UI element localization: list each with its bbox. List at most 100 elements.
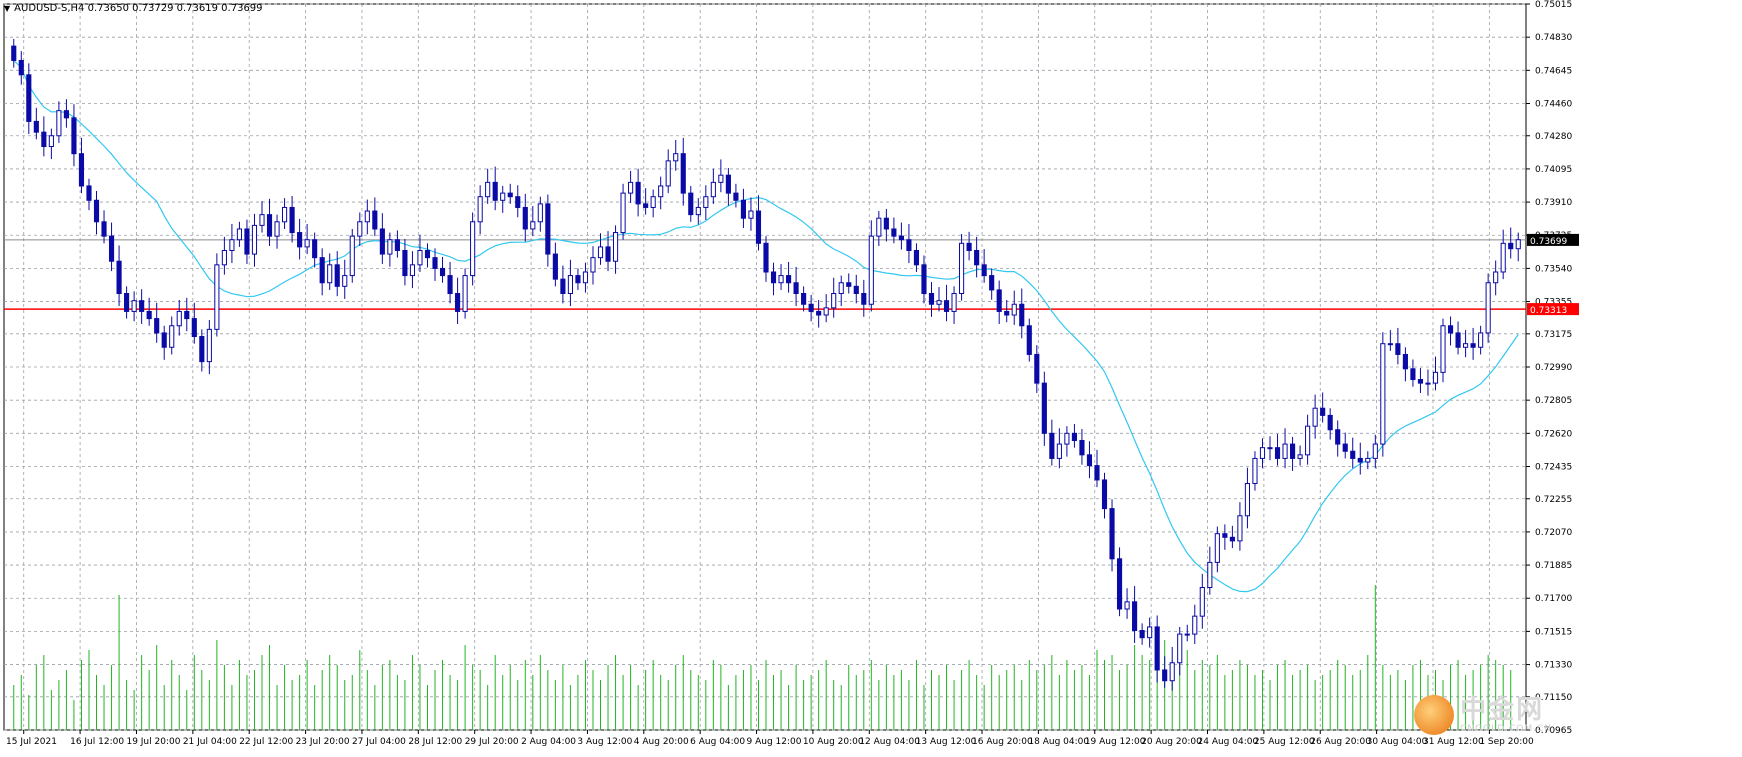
candle[interactable]: [582, 262, 589, 293]
candle[interactable]: [1297, 445, 1303, 466]
candle[interactable]: [1049, 419, 1055, 466]
candle[interactable]: [620, 183, 626, 240]
time-axis[interactable]: 15 Jul 2021 16 Jul 12:00 19 Jul 20:00 21 Ju…: [6, 730, 1534, 747]
candle[interactable]: [11, 38, 17, 68]
candle[interactable]: [500, 185, 506, 213]
candle[interactable]: [673, 140, 679, 171]
candle[interactable]: [597, 233, 604, 265]
candle[interactable]: [718, 159, 724, 193]
candle[interactable]: [898, 222, 904, 250]
candle[interactable]: [1177, 626, 1183, 676]
candle[interactable]: [199, 329, 205, 372]
candle[interactable]: [1154, 615, 1160, 683]
dropdown-triangle-icon[interactable]: ▼: [4, 4, 10, 13]
candle[interactable]: [785, 261, 792, 293]
candle[interactable]: [1116, 547, 1123, 617]
candle[interactable]: [1508, 227, 1514, 259]
candle[interactable]: [33, 107, 39, 140]
candle[interactable]: [297, 218, 303, 260]
candle[interactable]: [1425, 369, 1431, 396]
candle[interactable]: [1342, 432, 1348, 459]
candle[interactable]: [1335, 420, 1341, 457]
candle[interactable]: [1086, 441, 1093, 479]
candle[interactable]: [1207, 546, 1213, 595]
candle[interactable]: [861, 279, 867, 317]
candle[interactable]: [48, 128, 54, 160]
candle[interactable]: [1026, 318, 1032, 362]
candle[interactable]: [770, 262, 777, 296]
candle[interactable]: [108, 222, 115, 272]
candle[interactable]: [966, 231, 972, 261]
candle[interactable]: [312, 232, 318, 268]
candle[interactable]: [951, 286, 957, 324]
candle[interactable]: [1350, 437, 1356, 469]
chart-canvas[interactable]: 0.75015 0.74830 0.74645 0.74460 0.74280 0.740…: [0, 0, 1742, 757]
chart-window[interactable]: 0.75015 0.74830 0.74645 0.74460 0.74280 0.740…: [0, 0, 1742, 757]
candle[interactable]: [612, 225, 619, 274]
candle[interactable]: [1372, 434, 1378, 469]
candle[interactable]: [1162, 656, 1168, 688]
candle[interactable]: [357, 212, 363, 246]
candle[interactable]: [78, 137, 85, 194]
candle[interactable]: [1109, 499, 1115, 572]
candle[interactable]: [409, 251, 416, 289]
candle[interactable]: [876, 211, 882, 246]
candle[interactable]: [560, 265, 566, 304]
candle[interactable]: [1004, 299, 1010, 323]
candle[interactable]: [755, 195, 762, 251]
candle[interactable]: [387, 232, 393, 267]
candle[interactable]: [18, 51, 24, 85]
candle[interactable]: [274, 214, 280, 249]
candle[interactable]: [793, 266, 799, 307]
candle[interactable]: [1229, 525, 1235, 549]
candle[interactable]: [1282, 428, 1288, 469]
candle[interactable]: [131, 291, 137, 322]
candle[interactable]: [41, 116, 47, 157]
candle[interactable]: [1237, 502, 1243, 551]
candle[interactable]: [650, 189, 656, 218]
candle[interactable]: [379, 213, 385, 264]
candle[interactable]: [635, 168, 641, 217]
candle[interactable]: [590, 246, 596, 285]
candle[interactable]: [229, 223, 235, 264]
candle[interactable]: [281, 198, 288, 229]
candle[interactable]: [1402, 347, 1408, 382]
candle[interactable]: [1327, 408, 1333, 440]
candle[interactable]: [1274, 434, 1281, 466]
candle[interactable]: [1432, 356, 1439, 391]
candle[interactable]: [1056, 428, 1062, 469]
candle[interactable]: [1478, 325, 1484, 355]
candle[interactable]: [26, 63, 32, 134]
candle[interactable]: [455, 277, 461, 324]
candle[interactable]: [883, 208, 889, 242]
candle[interactable]: [176, 299, 182, 336]
candle[interactable]: [545, 194, 551, 267]
candle[interactable]: [1124, 588, 1130, 619]
candle[interactable]: [981, 249, 987, 283]
candle[interactable]: [1041, 371, 1047, 446]
candle[interactable]: [1199, 573, 1205, 629]
candle[interactable]: [1222, 524, 1228, 550]
candle[interactable]: [394, 230, 400, 258]
candle[interactable]: [1470, 327, 1476, 360]
candle[interactable]: [1139, 623, 1145, 645]
candle[interactable]: [989, 268, 995, 300]
candle[interactable]: [928, 282, 935, 317]
candle[interactable]: [236, 221, 243, 247]
candle[interactable]: [470, 212, 476, 286]
candle[interactable]: [1064, 426, 1070, 457]
candle[interactable]: [710, 168, 716, 204]
candle[interactable]: [515, 185, 521, 218]
candle[interactable]: [846, 273, 852, 294]
candle[interactable]: [462, 268, 468, 319]
price-axis[interactable]: 0.75015 0.74830 0.74645 0.74460 0.74280 0.740…: [1526, 0, 1579, 736]
candle[interactable]: [1455, 321, 1461, 355]
candle[interactable]: [1267, 436, 1273, 461]
candle[interactable]: [1410, 359, 1416, 387]
candle[interactable]: [1192, 604, 1198, 644]
candle[interactable]: [1387, 330, 1393, 351]
candle[interactable]: [959, 233, 965, 301]
candle[interactable]: [688, 185, 694, 222]
candle[interactable]: [146, 297, 152, 326]
candle[interactable]: [101, 210, 107, 244]
